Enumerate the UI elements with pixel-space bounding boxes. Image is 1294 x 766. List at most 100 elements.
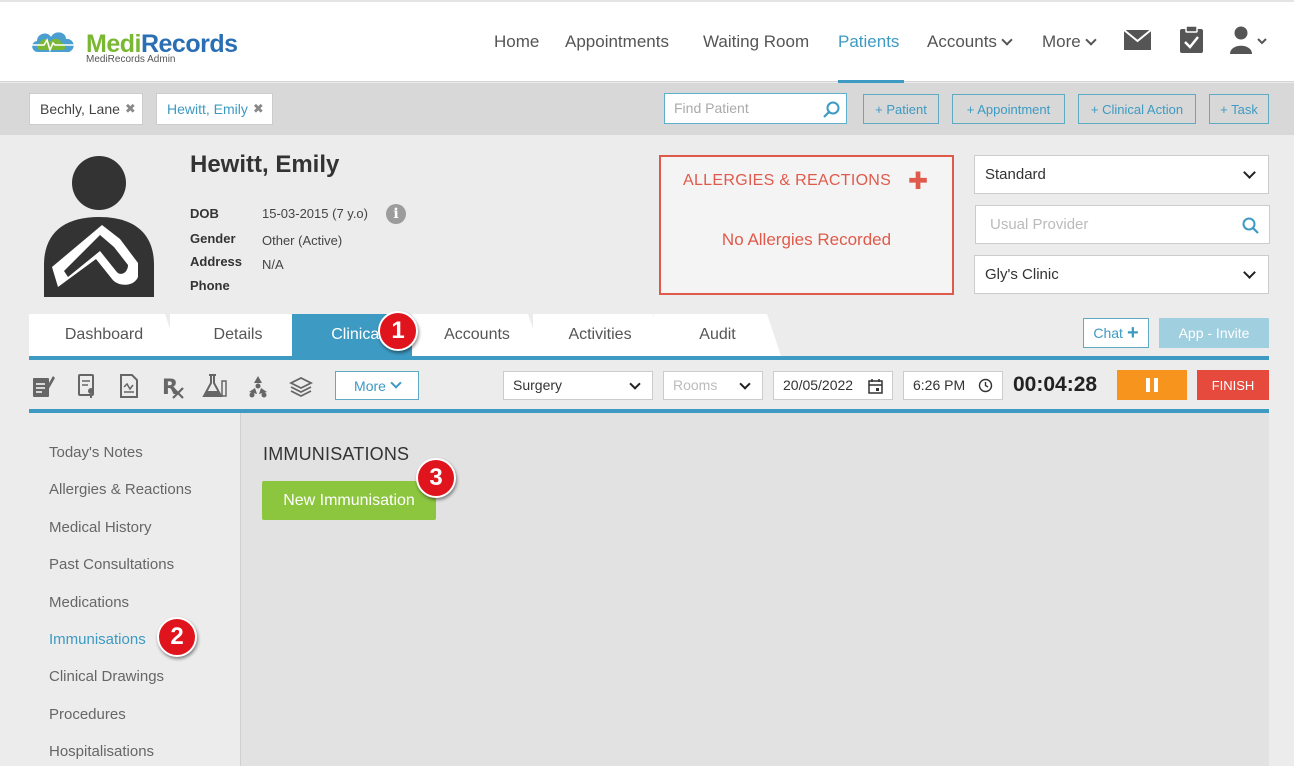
dob-value: 15-03-2015 (7 y.o) xyxy=(262,206,368,221)
add-task-button[interactable]: + Task xyxy=(1209,94,1269,124)
nav-appointments[interactable]: Appointments xyxy=(565,32,669,52)
sidebar-item-clinical-drawings[interactable]: Clinical Drawings xyxy=(49,668,164,685)
chevron-down-icon xyxy=(1243,266,1256,279)
tab-audit[interactable]: Audit xyxy=(654,314,781,356)
toolbar-more-label: More xyxy=(354,377,386,394)
add-clinical-action-button[interactable]: + Clinical Action xyxy=(1078,94,1196,124)
allergies-panel: ALLERGIES & REACTIONS ✚ No Allergies Rec… xyxy=(659,155,954,295)
add-patient-button[interactable]: + Patient xyxy=(863,94,939,124)
sidebar-item-immunisations[interactable]: Immunisations xyxy=(49,631,146,648)
close-icon[interactable]: ✖ xyxy=(125,101,136,117)
tab-details[interactable]: Details xyxy=(170,314,306,356)
date-input[interactable]: 20/05/2022 xyxy=(773,371,893,400)
clinical-notes-icon[interactable] xyxy=(31,373,55,399)
patient-status-select[interactable]: Standard xyxy=(974,155,1269,194)
chevron-down-icon xyxy=(390,376,402,389)
clock-icon[interactable] xyxy=(978,378,993,393)
rooms-select[interactable]: Rooms xyxy=(663,371,763,400)
location-select[interactable]: Surgery xyxy=(503,371,653,400)
medirecords-logo[interactable]: MediRecords MediRecords Admin xyxy=(28,26,238,66)
plus-icon: + xyxy=(1126,322,1139,344)
gender-label: Gender xyxy=(190,231,236,246)
location-value: Surgery xyxy=(513,377,563,393)
sidebar-item-past-consultations[interactable]: Past Consultations xyxy=(49,556,174,573)
prescription-rx-icon[interactable]: R xyxy=(161,373,185,399)
app-invite-button[interactable]: App - Invite xyxy=(1159,318,1269,348)
chevron-down-icon xyxy=(1243,166,1256,179)
chevron-down-icon xyxy=(1001,34,1013,46)
clinic-value: Gly's Clinic xyxy=(985,266,1059,283)
phone-label: Phone xyxy=(190,278,230,293)
patient-tab-hewitt-emily[interactable]: Hewitt, Emily ✖ xyxy=(156,93,273,125)
sidebar-item-medications[interactable]: Medications xyxy=(49,594,129,611)
close-icon[interactable]: ✖ xyxy=(253,101,264,117)
nav-home[interactable]: Home xyxy=(494,32,539,52)
pathology-request-icon[interactable] xyxy=(75,373,99,399)
brand-subtitle: MediRecords Admin xyxy=(86,54,176,65)
dob-label: DOB xyxy=(190,206,219,221)
find-patient-input[interactable]: Find Patient xyxy=(664,93,847,124)
main-content xyxy=(241,413,1269,766)
patient-tab-bechly-lane[interactable]: Bechly, Lane ✖ xyxy=(29,93,143,125)
clinical-sidebar: Today's Notes Allergies & Reactions Medi… xyxy=(29,413,241,766)
pause-icon xyxy=(1154,378,1158,392)
usual-provider-input[interactable]: Usual Provider xyxy=(975,205,1270,244)
chat-label: Chat xyxy=(1093,325,1123,341)
add-allergy-plus-icon[interactable]: ✚ xyxy=(908,167,928,196)
search-icon[interactable] xyxy=(823,101,840,118)
top-navigation-bar: MediRecords MediRecords Admin Home Appoi… xyxy=(0,0,1294,83)
consultation-timer: 00:04:28 xyxy=(1013,373,1098,396)
info-icon[interactable]: i xyxy=(386,204,406,224)
rooms-placeholder: Rooms xyxy=(673,377,718,393)
nav-accounts-label: Accounts xyxy=(927,32,997,51)
sidebar-item-procedures[interactable]: Procedures xyxy=(49,706,126,723)
sidebar-item-medical-history[interactable]: Medical History xyxy=(49,519,152,536)
calendar-icon[interactable] xyxy=(868,378,883,394)
search-icon[interactable] xyxy=(1242,217,1259,234)
finish-button[interactable]: FINISH xyxy=(1197,370,1269,400)
tab-dashboard[interactable]: Dashboard xyxy=(29,314,179,356)
gender-value: Other (Active) xyxy=(262,233,343,248)
allergies-title: ALLERGIES & REACTIONS xyxy=(683,172,892,189)
patient-status-value: Standard xyxy=(985,166,1046,183)
radiology-icon[interactable] xyxy=(246,373,270,399)
lab-flask-icon[interactable] xyxy=(201,373,228,399)
patient-tab-label: Bechly, Lane xyxy=(40,101,120,117)
address-value: N/A xyxy=(262,257,284,272)
mail-icon[interactable] xyxy=(1124,30,1151,50)
no-allergies-text: No Allergies Recorded xyxy=(721,230,892,249)
clipboard-check-icon[interactable] xyxy=(1180,26,1203,53)
user-account-icon[interactable] xyxy=(1230,26,1270,54)
nav-accounts[interactable]: Accounts xyxy=(927,32,1013,52)
add-appointment-button[interactable]: + Appointment xyxy=(952,94,1065,124)
step-badge-1: 1 xyxy=(378,311,418,351)
toolbar-more-button[interactable]: More xyxy=(335,371,419,400)
step-badge-2: 2 xyxy=(157,617,197,657)
letter-document-icon[interactable] xyxy=(117,373,141,399)
pause-button[interactable] xyxy=(1117,370,1187,400)
nav-patients[interactable]: Patients xyxy=(838,32,899,52)
new-immunisation-button[interactable]: New Immunisation xyxy=(262,481,436,520)
time-value: 6:26 PM xyxy=(913,377,966,393)
address-label: Address xyxy=(190,254,243,269)
tab-accounts[interactable]: Accounts xyxy=(412,314,542,356)
step-badge-3: 3 xyxy=(416,458,456,498)
clinic-select[interactable]: Gly's Clinic xyxy=(974,255,1269,294)
tab-activities[interactable]: Activities xyxy=(533,314,667,356)
patient-avatar xyxy=(44,156,154,297)
layers-stack-icon[interactable] xyxy=(289,373,313,399)
find-patient-placeholder: Find Patient xyxy=(674,100,749,116)
usual-provider-placeholder: Usual Provider xyxy=(990,216,1089,233)
nav-waiting-room[interactable]: Waiting Room xyxy=(703,32,809,52)
nav-more-label: More xyxy=(1042,32,1081,51)
sidebar-item-hospitalisations[interactable]: Hospitalisations xyxy=(49,743,154,760)
sidebar-item-todays-notes[interactable]: Today's Notes xyxy=(49,444,143,461)
chevron-down-icon xyxy=(629,378,641,390)
open-patients-bar: Bechly, Lane ✖ Hewitt, Emily ✖ Find Patien… xyxy=(0,83,1294,135)
date-value: 20/05/2022 xyxy=(783,377,854,393)
nav-more[interactable]: More xyxy=(1042,32,1097,52)
pause-icon xyxy=(1146,378,1150,392)
chat-button[interactable]: Chat + xyxy=(1083,318,1149,348)
time-input[interactable]: 6:26 PM xyxy=(903,371,1003,400)
sidebar-item-allergies-reactions[interactable]: Allergies & Reactions xyxy=(49,481,192,498)
